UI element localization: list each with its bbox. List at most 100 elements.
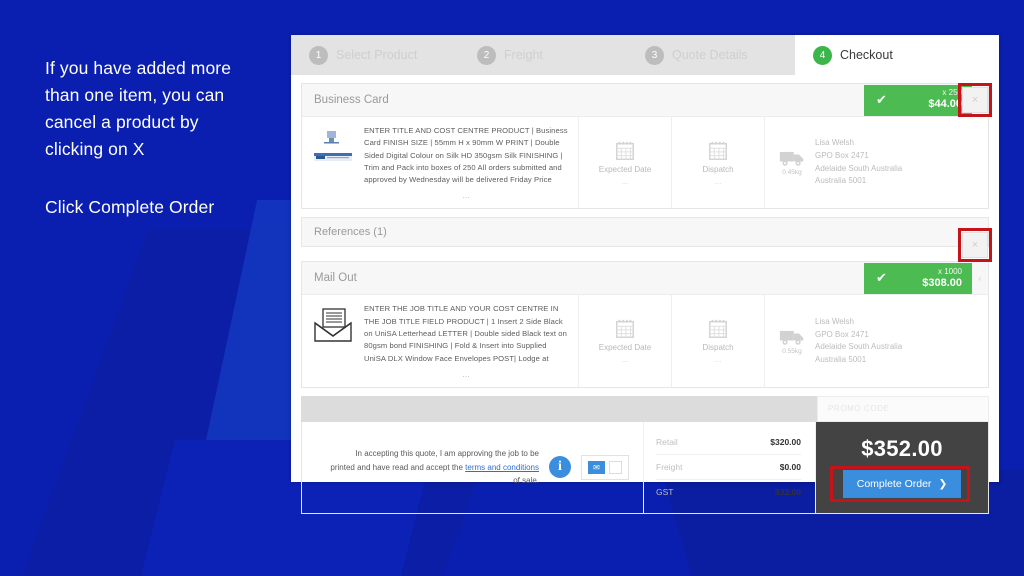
product-price-badge[interactable]: ✔ x 1000 $308.00 <box>864 262 972 294</box>
product-quantity: x 250 <box>942 88 962 98</box>
complete-order-highlight <box>830 465 970 502</box>
step-label-checkout: Checkout <box>840 48 893 62</box>
product-price-badge[interactable]: ✔ x 250 $44.00 <box>864 84 972 116</box>
product-description-wrap: ENTER THE JOB TITLE AND YOUR COST CENTRE… <box>364 303 568 378</box>
terms-text: In accepting this quote, I am approving … <box>329 447 539 488</box>
calendar-icon <box>616 320 634 339</box>
product-card-header: Mail Out ✔ x 1000 $308.00 ‹ <box>302 262 988 296</box>
address-line-city: Adelaide South Australia <box>815 163 903 173</box>
product-quantity: x 1000 <box>937 266 962 276</box>
step-number-1: 1 <box>309 45 328 65</box>
price-stack: x 1000 $308.00 <box>922 267 962 291</box>
figure-label: GST <box>656 487 674 498</box>
product-title: Business Card <box>314 94 389 106</box>
step-quote-details[interactable]: 3 Quote Details <box>627 35 795 75</box>
figure-row-retail: Retail $320.00 <box>656 430 801 456</box>
grand-total: $352.00 <box>861 436 943 462</box>
dispatch-column[interactable]: Dispatch ... <box>672 117 765 209</box>
shipping-weight: 0.55kg <box>782 347 802 355</box>
summary-panel: In accepting this quote, I am approving … <box>301 421 989 514</box>
business-card-thumbnail-icon <box>310 125 356 200</box>
figure-value: $0.00 <box>779 462 801 473</box>
figure-label: Freight <box>656 462 683 473</box>
figure-row-freight: Freight $0.00 <box>656 455 801 481</box>
order-summary: PROMO CODE In accepting this quote, I am… <box>301 395 989 514</box>
shipping-address: Lisa Welsh GPO Box 2471 Adelaide South A… <box>815 137 902 188</box>
remove-product-highlight-mail-out <box>958 228 992 262</box>
step-freight[interactable]: 2 Freight <box>459 35 627 75</box>
step-number-3: 3 <box>645 45 664 65</box>
step-label-select-product: Select Product <box>336 48 418 62</box>
dispatch-column[interactable]: Dispatch ... <box>672 295 765 387</box>
product-card-body: ENTER TITLE AND COST CENTRE PRODUCT | Bu… <box>302 117 988 209</box>
product-description-more[interactable]: ... <box>364 190 568 200</box>
email-checkbox[interactable] <box>609 460 622 474</box>
check-icon: ✔ <box>876 92 887 107</box>
product-amount: $44.00 <box>928 98 962 111</box>
step-number-4: 4 <box>813 45 832 65</box>
address-line-name: Lisa Welsh <box>815 316 854 326</box>
chevron-collapse-icon[interactable]: ‹ <box>972 274 988 283</box>
step-number-2: 2 <box>477 45 496 65</box>
references-label: References (1) <box>314 226 387 239</box>
expected-date-label: Expected Date <box>598 343 652 353</box>
promo-bar: PROMO CODE <box>301 395 989 422</box>
references-row[interactable]: References (1) ‹ <box>301 217 989 248</box>
truck-weight-group: 0.45kg <box>779 149 805 176</box>
calendar-icon <box>709 141 727 160</box>
product-description: ENTER TITLE AND COST CENTRE PRODUCT | Bu… <box>364 126 568 185</box>
dispatch-label: Dispatch <box>702 164 734 174</box>
check-icon: ✔ <box>876 270 887 286</box>
step-wizard: 1 Select Product 2 Freight 3 Quote Detai… <box>291 35 999 75</box>
terms-suffix: of sale. <box>513 476 539 486</box>
quote-checkout-app: 1 Select Product 2 Freight 3 Quote Detai… <box>291 35 999 514</box>
step-select-product[interactable]: 1 Select Product <box>291 35 459 75</box>
address-line-country: Australia 5001 <box>815 176 867 186</box>
step-label-quote-details: Quote Details <box>672 48 748 62</box>
calendar-icon <box>616 141 634 160</box>
figure-row-gst: GST $32.00 <box>656 480 801 504</box>
info-icon[interactable]: i <box>549 456 571 479</box>
shipping-weight: 0.45kg <box>782 169 802 177</box>
envelope-icon[interactable]: ✉ <box>588 460 605 474</box>
total-column: $352.00 Complete Order ❯ <box>816 421 988 513</box>
figure-value: $320.00 <box>770 437 801 448</box>
step-checkout[interactable]: 4 Checkout <box>795 35 999 75</box>
figure-label: Retail <box>656 437 678 448</box>
shipping-column: 0.55kg Lisa Welsh GPO Box 2471 Adelaide … <box>765 295 988 386</box>
shipping-column: 0.45kg Lisa Welsh GPO Box 2471 Adelaide … <box>765 117 988 208</box>
email-quote-group: ✉ <box>581 454 629 480</box>
instruction-paragraph-1: If you have added more than one item, yo… <box>45 58 232 160</box>
address-line-street: GPO Box 2471 <box>815 329 869 339</box>
address-line-country: Australia 5001 <box>815 354 867 364</box>
dispatch-value: ... <box>714 176 722 186</box>
address-line-street: GPO Box 2471 <box>815 151 869 161</box>
expected-date-label: Expected Date <box>598 164 652 174</box>
truck-icon <box>779 152 804 167</box>
promo-spacer <box>301 396 817 422</box>
terms-and-conditions-link[interactable]: terms and conditions <box>465 463 539 472</box>
product-description-more[interactable]: ... <box>364 369 568 379</box>
promo-code-input[interactable]: PROMO CODE <box>817 395 989 422</box>
step-label-freight: Freight <box>504 48 543 62</box>
checkout-body: Business Card ✔ x 250 $44.00 ‹ <box>291 75 999 514</box>
product-description-column: ENTER TITLE AND COST CENTRE PRODUCT | Bu… <box>302 117 579 209</box>
dispatch-value: ... <box>714 355 722 365</box>
expected-date-value: ... <box>621 176 629 186</box>
product-description-wrap: ENTER TITLE AND COST CENTRE PRODUCT | Bu… <box>364 125 568 200</box>
expected-date-column[interactable]: Expected Date ... <box>579 295 672 387</box>
address-line-name: Lisa Welsh <box>815 138 854 148</box>
truck-icon <box>779 330 804 345</box>
figures-column: Retail $320.00 Freight $0.00 GST $32.00 <box>644 421 816 513</box>
product-title: Mail Out <box>314 272 357 285</box>
shipping-address: Lisa Welsh GPO Box 2471 Adelaide South A… <box>815 316 902 367</box>
product-card-business-card: Business Card ✔ x 250 $44.00 ‹ <box>301 83 989 210</box>
product-amount: $308.00 <box>922 276 962 289</box>
calendar-icon <box>709 320 727 339</box>
expected-date-column[interactable]: Expected Date ... <box>579 117 672 209</box>
dispatch-label: Dispatch <box>702 343 734 353</box>
figure-value: $32.00 <box>775 487 801 498</box>
price-stack: x 250 $44.00 <box>928 88 962 112</box>
product-card-mail-out: Mail Out ✔ x 1000 $308.00 ‹ ENTER THE JO… <box>301 261 989 388</box>
terms-column: In accepting this quote, I am approving … <box>302 421 644 513</box>
